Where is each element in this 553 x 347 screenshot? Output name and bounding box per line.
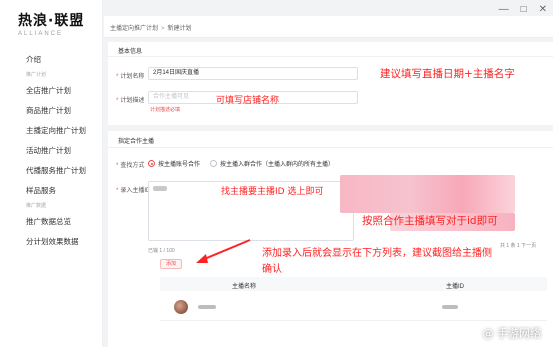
plan-name-input[interactable]: 2月14日国庆直播 — [148, 67, 358, 80]
minimize-icon[interactable]: — — [499, 4, 509, 15]
annotation-add-tip-line2: 确认 — [262, 264, 282, 275]
redacted-id — [442, 305, 458, 309]
sidebar-item[interactable]: 样品服务 — [0, 181, 103, 201]
plan-desc-hint: 计划描述必填 — [150, 107, 181, 113]
annotation-name-tip: 建议填写直播日期+主播名字 — [380, 68, 515, 80]
table-row — [160, 293, 547, 321]
add-button[interactable]: 添加 — [160, 259, 182, 269]
redacted-name — [198, 305, 216, 309]
top-bar: 主播定向推广计划 > 新建计划 — [104, 16, 553, 38]
sidebar: 热浪·联盟 ALLIANCE 介绍推广计划全店推广计划 商品推广计划 主播定向推广计… — [0, 0, 103, 347]
sidebar-item[interactable]: 介绍 — [0, 50, 103, 70]
col-header-id: 主播ID — [446, 284, 465, 290]
radio-unchecked-icon — [210, 160, 217, 167]
annotation-arrow-icon — [196, 239, 251, 263]
breadcrumb-current: 新建计划 — [167, 26, 192, 32]
find-method-label: * 查找方式 — [116, 163, 145, 169]
brand-logo: 热浪·联盟 ALLIANCE — [18, 10, 84, 37]
radio-by-group[interactable]: 按主播入群合作（主播入群内的所有主播） — [210, 159, 334, 168]
sidebar-item[interactable]: 推广数据总览 — [0, 212, 103, 232]
sidebar-item[interactable]: 活动推广计划 — [0, 141, 103, 161]
annotation-find-tip: 找主播要主播ID 选上即可 — [221, 187, 324, 197]
annotation-add-tip-line1: 添加录入后就会显示在下方列表，建议截图给主播侧 — [262, 248, 492, 259]
window-controls: — □ ✕ — [499, 4, 547, 15]
table-header: 主播名称 主播ID — [160, 277, 547, 291]
divider — [108, 56, 553, 57]
annotation-id-tip: 按照合作主播填写对于id即可 — [362, 215, 498, 227]
sidebar-group-label: 推广数据 — [26, 203, 47, 209]
avatar — [174, 300, 188, 314]
plan-desc-label: * 计划描述 — [116, 98, 145, 104]
annotation-desc-tip: 可填写店铺名称 — [216, 96, 280, 106]
logo-title: 热浪·联盟 — [18, 13, 85, 29]
id-counter: 已输 1 / 100 — [148, 248, 175, 254]
plan-name-label: * 计划名称 — [116, 74, 145, 80]
app-window: — □ ✕ 热浪·联盟 ALLIANCE 介绍 推广计划 全店推广计划 商品推广计划主… — [0, 0, 553, 347]
breadcrumb: 主播定向推广计划 > 新建计划 — [110, 23, 192, 32]
divider — [108, 147, 553, 148]
breadcrumb-separator: > — [161, 26, 165, 32]
watermark: @ 手游网络 — [483, 325, 542, 341]
close-icon[interactable]: ✕ — [539, 4, 547, 15]
watermark-text: @ 手游网络 — [482, 327, 542, 340]
section-title-assign: 指定合作主播 — [118, 139, 155, 145]
redacted-id — [153, 186, 167, 191]
sidebar-item[interactable]: 商品推广计划 — [0, 101, 103, 121]
sidebar-item[interactable]: 分计划效果数据 — [0, 232, 103, 252]
col-header-name: 主播名称 — [232, 284, 257, 290]
redacted-area — [340, 175, 515, 213]
breadcrumb-parent[interactable]: 主播定向推广计划 — [110, 26, 158, 32]
basic-info-card: 基本信息 * 计划名称 2月14日国庆直播 * 计划描述 合作主播可见 计划描述必填 — [108, 42, 553, 125]
sidebar-item[interactable]: 代播服务推广计划 — [0, 161, 103, 181]
section-title-basic: 基本信息 — [118, 49, 143, 55]
sidebar-item[interactable]: 主播定向推广计划 — [0, 121, 103, 141]
sidebar-item[interactable]: 全店推广计划 — [0, 81, 103, 101]
sidebar-group-label: 推广计划 — [26, 72, 47, 78]
sidebar-nav: 介绍推广计划全店推广计划 商品推广计划 主播定向推广计划 活动推广计划 代播服务推广计划… — [0, 50, 103, 252]
maximize-icon[interactable]: □ — [521, 4, 527, 15]
radio-checked-icon — [148, 160, 155, 167]
logo-subtitle: ALLIANCE — [18, 31, 64, 37]
assign-streamer-card: 指定合作主播 * 查找方式 按主播账号合作 按主播入群合作（主播入群内的所有主播）… — [108, 131, 553, 347]
streamer-id-label: * 录入主播ID — [116, 188, 151, 194]
pagination[interactable]: 共 1 条 1 下一页 — [500, 242, 536, 249]
radio-by-account[interactable]: 按主播账号合作 — [148, 159, 200, 168]
